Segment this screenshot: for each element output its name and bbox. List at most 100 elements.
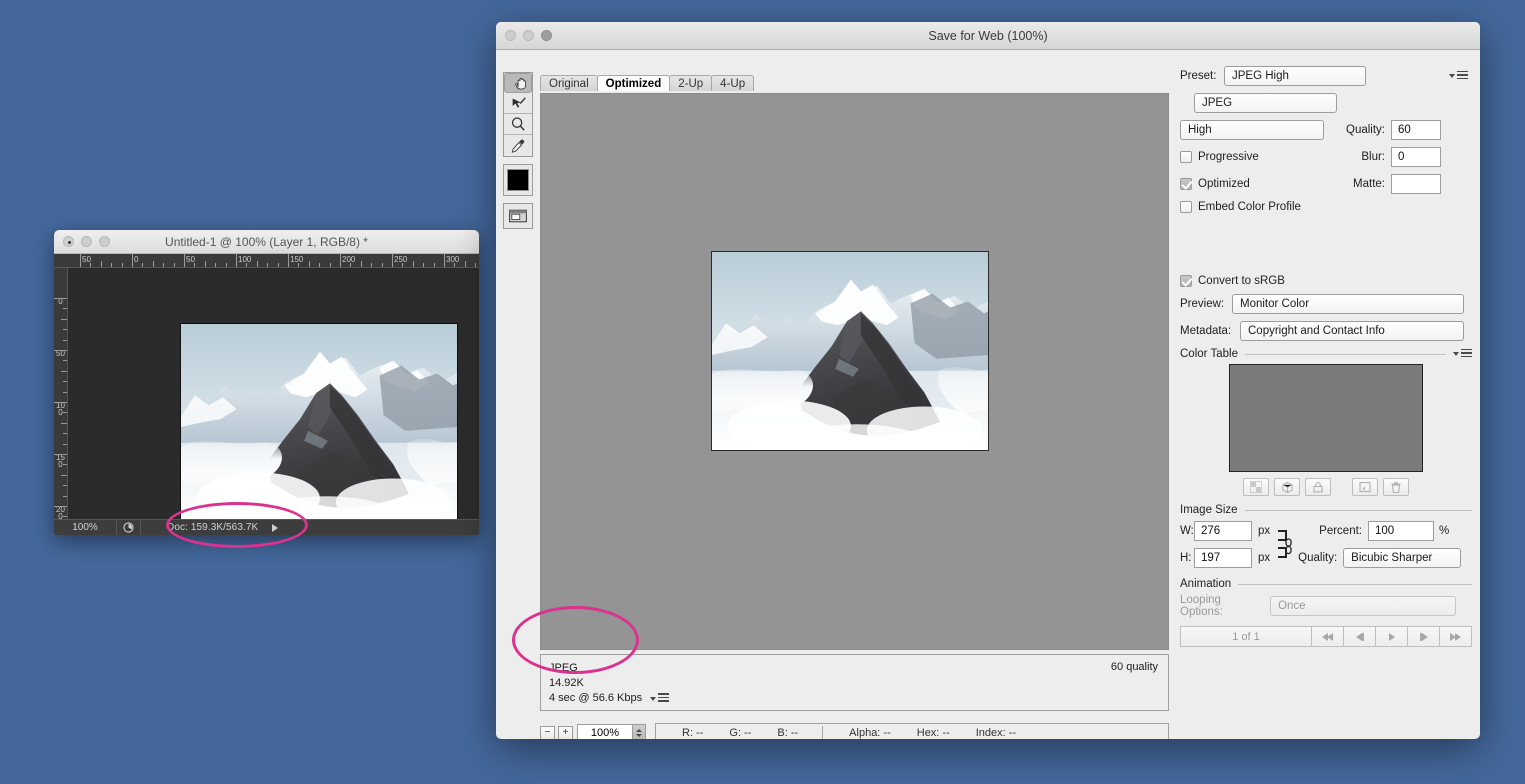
doc-info-status[interactable]: Doc: 159.3K/563.7K (140, 520, 264, 535)
new-color-icon[interactable] (1352, 478, 1378, 496)
readout-g: G: -- (729, 727, 752, 739)
zoom-stepper[interactable] (632, 723, 646, 739)
resample-quality-select[interactable]: Bicubic Sharper (1343, 547, 1462, 568)
tab-2up[interactable]: 2-Up (669, 75, 713, 91)
dialog-titlebar[interactable]: Save for Web (100%) (496, 22, 1480, 50)
close-button[interactable] (63, 236, 74, 247)
resample-quality-label: Quality: (1298, 551, 1338, 564)
compression-quality-row[interactable]: High Quality: 60 (1180, 120, 1472, 140)
delete-icon[interactable] (1383, 478, 1409, 496)
color-table-section: Color Table (1180, 348, 1472, 496)
transparency-icon[interactable] (1243, 478, 1269, 496)
tab-original[interactable]: Original (540, 75, 598, 91)
image-width-row[interactable]: W: 276 px Percent: 100 % (1180, 520, 1472, 541)
blur-field[interactable]: 0 (1391, 147, 1441, 167)
ruler-h-label: 100 (238, 255, 252, 264)
ps-canvas[interactable] (68, 268, 479, 521)
ps-status-bar: 100% Doc: 159.3K/563.7K (54, 519, 479, 535)
zoom-button[interactable] (99, 236, 110, 247)
ps-zoom-level[interactable]: 100% (54, 522, 116, 533)
preview-setting-label: Preview: (1180, 298, 1225, 310)
save-for-web-dialog[interactable]: Save for Web (100%) Original Optimized 2… (496, 22, 1480, 739)
color-table-buttons[interactable] (1180, 478, 1472, 496)
optimization-settings-panel[interactable]: Preset: JPEG High JPEG High Quality: 60 … (1180, 66, 1472, 739)
optimized-checkbox[interactable] (1180, 178, 1192, 190)
zoom-out-button[interactable]: − (540, 725, 555, 739)
preset-row[interactable]: Preset: JPEG High (1180, 66, 1472, 86)
zoom-and-color-readout-bar[interactable]: − + 100% R: -- G: -- B: -- Alpha: -- Hex… (540, 722, 1169, 739)
settings-panel-menu-icon[interactable] (1449, 70, 1468, 82)
embed-color-profile-checkbox[interactable] (1180, 201, 1192, 213)
ps-window-title: Untitled-1 @ 100% (Layer 1, RGB/8) * (165, 234, 368, 249)
animation-playback-bar: 1 of 1 (1180, 626, 1472, 647)
ruler-h-label: 200 (342, 255, 356, 264)
dialog-close-button[interactable] (505, 30, 516, 41)
color-table-menu-icon[interactable] (1453, 348, 1472, 360)
dialog-minimize-button[interactable] (523, 30, 534, 41)
optimization-info-box[interactable]: JPEG 14.92K 4 sec @ 56.6 Kbps 60 quality (540, 654, 1169, 711)
photoshop-document-window[interactable]: Untitled-1 @ 100% (Layer 1, RGB/8) * 50 0… (54, 230, 479, 535)
play-button (1375, 627, 1407, 646)
ps-proof-icon[interactable] (116, 520, 140, 535)
chain-link-icon[interactable] (1284, 538, 1293, 560)
dialog-title: Save for Web (100%) (928, 28, 1048, 43)
readout-hex: Hex: -- (916, 727, 950, 739)
convert-to-srgb-checkbox[interactable] (1180, 275, 1192, 287)
progressive-blur-row[interactable]: Progressive Blur: 0 (1180, 147, 1472, 167)
preview-select[interactable]: Monitor Color (1232, 294, 1464, 314)
foreground-color-swatch[interactable] (504, 165, 532, 195)
file-format-select[interactable]: JPEG (1194, 93, 1337, 113)
progressive-checkbox[interactable] (1180, 151, 1192, 163)
percent-field[interactable]: 100 (1367, 520, 1434, 541)
readout-r: R: -- (682, 727, 704, 739)
web-shift-icon[interactable] (1274, 478, 1300, 496)
dialog-window-controls[interactable] (505, 30, 552, 41)
status-expand-arrow-icon[interactable] (272, 523, 279, 532)
matte-field[interactable] (1391, 174, 1441, 194)
convert-srgb-row[interactable]: Convert to sRGB (1180, 275, 1472, 287)
width-field[interactable]: 276 (1194, 520, 1252, 541)
toggle-slices-group[interactable] (503, 203, 533, 229)
readout-b: B: -- (777, 727, 799, 739)
optimized-matte-row[interactable]: Optimized Matte: (1180, 174, 1472, 194)
image-size-section: Image Size W: 276 px Percent: 100 % H: 1… (1180, 504, 1472, 568)
color-table-swatch-area[interactable] (1229, 364, 1423, 472)
info-panel-menu-icon[interactable] (650, 693, 670, 704)
tool-palette[interactable] (503, 72, 533, 236)
metadata-row[interactable]: Metadata: Copyright and Contact Info (1180, 321, 1472, 341)
zoom-level-field[interactable]: 100% (577, 723, 633, 739)
tab-4up[interactable]: 4-Up (711, 75, 755, 91)
hand-tool-icon[interactable] (504, 73, 532, 93)
tool-group-main[interactable] (503, 72, 533, 157)
minimize-button[interactable] (81, 236, 92, 247)
tab-optimized[interactable]: Optimized (596, 75, 671, 91)
image-height-row[interactable]: H: 197 px Quality: Bicubic Sharper (1180, 538, 1472, 568)
height-field[interactable]: 197 (1194, 547, 1252, 568)
zoom-tool-icon[interactable] (504, 114, 532, 135)
zoom-in-button[interactable]: + (558, 725, 573, 739)
toggle-slices-visibility-icon[interactable] (504, 204, 532, 228)
optimized-preview-area[interactable] (540, 93, 1169, 650)
ps-window-titlebar[interactable]: Untitled-1 @ 100% (Layer 1, RGB/8) * (54, 230, 479, 254)
embed-profile-row[interactable]: Embed Color Profile (1180, 201, 1472, 213)
optimized-label: Optimized (1198, 178, 1250, 190)
ruler-h-label: 150 (290, 255, 304, 264)
matte-label: Matte: (1353, 178, 1385, 190)
preview-mode-tabs[interactable]: Original Optimized 2-Up 4-Up (540, 75, 755, 91)
slice-select-tool-icon[interactable] (504, 93, 532, 114)
ruler-h-label: 250 (394, 255, 408, 264)
first-frame-button (1311, 627, 1343, 646)
ps-window-controls[interactable] (63, 236, 110, 247)
optimized-image-mountain (711, 251, 989, 451)
eyedropper-tool-icon[interactable] (504, 135, 532, 156)
preset-select[interactable]: JPEG High (1224, 66, 1366, 86)
dialog-zoom-button[interactable] (541, 30, 552, 41)
metadata-select[interactable]: Copyright and Contact Info (1240, 321, 1464, 341)
embed-color-profile-label: Embed Color Profile (1198, 201, 1301, 213)
compression-preset-select[interactable]: High (1180, 120, 1324, 140)
lock-icon[interactable] (1305, 478, 1331, 496)
preview-row[interactable]: Preview: Monitor Color (1180, 294, 1472, 314)
color-swatch-group[interactable] (503, 164, 533, 196)
quality-field[interactable]: 60 (1391, 120, 1441, 140)
format-row[interactable]: JPEG (1180, 93, 1472, 113)
